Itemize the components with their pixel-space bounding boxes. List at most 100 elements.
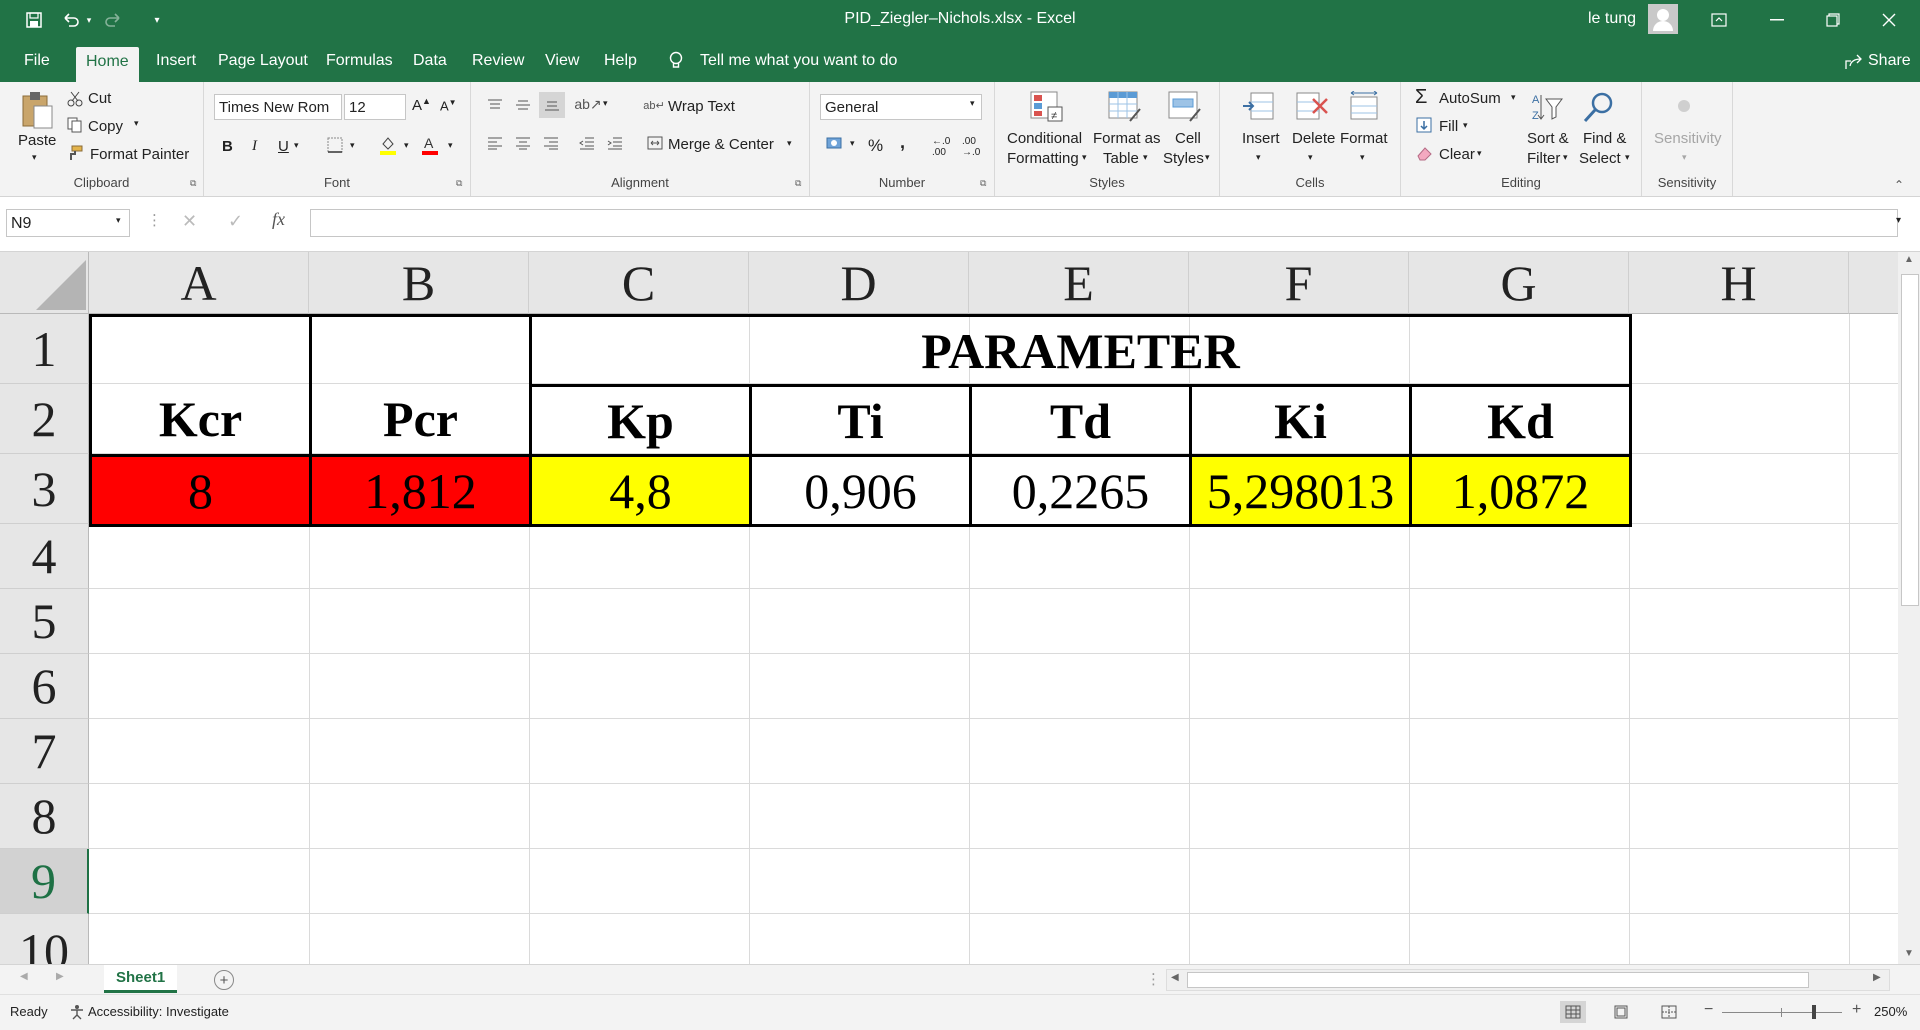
tab-home[interactable]: Home xyxy=(76,47,139,83)
scroll-tabs-right-icon[interactable]: ▶ xyxy=(56,971,64,982)
add-sheet-icon[interactable]: + xyxy=(214,970,234,990)
align-right-icon[interactable] xyxy=(541,134,561,152)
row-header-1[interactable]: 1 xyxy=(0,314,89,384)
row-header-4[interactable]: 4 xyxy=(0,524,89,589)
format-as-table-line2[interactable]: Table xyxy=(1103,150,1139,167)
autosum-button[interactable]: AutoSum xyxy=(1439,90,1501,107)
ribbon-display-options-icon[interactable] xyxy=(1708,10,1730,30)
row-header-7[interactable]: 7 xyxy=(0,719,89,784)
align-bottom-icon[interactable] xyxy=(539,92,565,118)
bold-button[interactable]: B xyxy=(222,138,233,155)
cell-a1-merged[interactable]: Kcr xyxy=(89,314,312,457)
orientation-icon[interactable]: ab↗ xyxy=(574,94,601,114)
page-break-view-icon[interactable] xyxy=(1656,1001,1682,1023)
align-top-icon[interactable] xyxy=(485,96,505,114)
tab-split-grip-icon[interactable]: ⋮ xyxy=(1146,970,1161,988)
alignment-launcher-icon[interactable]: ⧉ xyxy=(795,178,801,189)
zoom-slider[interactable] xyxy=(1722,1005,1842,1019)
font-color-icon[interactable]: A xyxy=(420,134,440,156)
cell-c1-merged[interactable]: PARAMETER xyxy=(529,314,1632,387)
copy-button[interactable]: Copy xyxy=(88,118,123,135)
autosum-dropdown-icon[interactable]: ▾ xyxy=(1511,92,1516,103)
sort-filter-line2[interactable]: Filter xyxy=(1527,150,1560,167)
conditional-formatting-line2[interactable]: Formatting xyxy=(1007,150,1079,167)
insert-function-button[interactable]: fx xyxy=(272,209,285,230)
tab-review[interactable]: Review xyxy=(472,52,524,70)
sort-filter-button[interactable]: Sort & xyxy=(1527,130,1569,147)
scroll-left-icon[interactable]: ◀ xyxy=(1171,972,1179,983)
zoom-slider-thumb[interactable] xyxy=(1812,1005,1816,1019)
borders-icon[interactable] xyxy=(326,136,344,154)
copy-dropdown-icon[interactable]: ▾ xyxy=(134,118,139,129)
format-painter-button[interactable]: Format Painter xyxy=(90,146,189,163)
cell-e3[interactable]: 0,2265 xyxy=(969,454,1192,527)
row-header-6[interactable]: 6 xyxy=(0,654,89,719)
format-cells-button[interactable]: Format xyxy=(1340,130,1388,147)
row-header-2[interactable]: 2 xyxy=(0,384,89,454)
tab-view[interactable]: View xyxy=(545,52,579,70)
cell-f2[interactable]: Ki xyxy=(1189,384,1412,457)
share-button[interactable]: Share xyxy=(1868,52,1911,70)
cell-d3[interactable]: 0,906 xyxy=(749,454,972,527)
conditional-formatting-dropdown-icon[interactable]: ▾ xyxy=(1082,152,1087,163)
column-header-d[interactable]: D xyxy=(749,252,969,314)
fill-color-icon[interactable] xyxy=(378,134,398,156)
normal-view-icon[interactable] xyxy=(1560,1001,1586,1023)
spreadsheet-grid[interactable]: A B C D E F G H 1 2 3 4 5 6 7 8 9 10 Kcr… xyxy=(0,252,1898,964)
fill-button[interactable]: Fill xyxy=(1439,118,1458,135)
fill-dropdown-icon[interactable]: ▾ xyxy=(1463,120,1468,131)
increase-indent-icon[interactable] xyxy=(605,134,625,152)
insert-dropdown-icon[interactable]: ▾ xyxy=(1256,152,1261,163)
cell-e2[interactable]: Td xyxy=(969,384,1192,457)
accessibility-status[interactable]: Accessibility: Investigate xyxy=(88,1004,229,1019)
user-name[interactable]: le tung xyxy=(1588,10,1636,28)
align-middle-icon[interactable] xyxy=(513,96,533,114)
tab-data[interactable]: Data xyxy=(413,52,447,70)
tab-file[interactable]: File xyxy=(24,52,50,70)
cell-c3[interactable]: 4,8 xyxy=(529,454,752,527)
select-all-corner[interactable] xyxy=(0,252,89,314)
cell-b1-merged[interactable]: Pcr xyxy=(309,314,532,457)
merge-dropdown-icon[interactable]: ▾ xyxy=(787,138,792,149)
find-select-dropdown-icon[interactable]: ▾ xyxy=(1625,152,1630,163)
column-header-b[interactable]: B xyxy=(309,252,529,314)
delete-cells-button[interactable]: Delete xyxy=(1292,130,1335,147)
increase-decimal-icon[interactable]: ←.0.00 xyxy=(932,136,950,158)
cell-styles-line2[interactable]: Styles xyxy=(1163,150,1204,167)
format-as-table-button[interactable]: Format as xyxy=(1093,130,1161,147)
underline-button[interactable]: U xyxy=(278,138,289,155)
sort-filter-dropdown-icon[interactable]: ▾ xyxy=(1563,152,1568,163)
formula-input[interactable] xyxy=(310,209,1898,237)
borders-dropdown-icon[interactable]: ▾ xyxy=(350,140,355,151)
vertical-scrollbar[interactable]: ▲ ▼ xyxy=(1898,252,1920,964)
number-format-dropdown[interactable]: General xyxy=(820,94,982,120)
percent-style-button[interactable]: % xyxy=(868,136,883,156)
tell-me-search[interactable]: Tell me what you want to do xyxy=(700,52,897,70)
sheet-tab-sheet1[interactable]: Sheet1 xyxy=(104,965,178,993)
cell-d2[interactable]: Ti xyxy=(749,384,972,457)
merge-center-button[interactable]: Merge & Center xyxy=(668,136,774,153)
cut-button[interactable]: Cut xyxy=(88,90,111,107)
format-dropdown-icon[interactable]: ▾ xyxy=(1360,152,1365,163)
row-header-9[interactable]: 9 xyxy=(0,849,89,914)
font-launcher-icon[interactable]: ⧉ xyxy=(456,178,462,189)
horizontal-scrollbar[interactable]: ◀ ▶ xyxy=(1166,969,1890,991)
decrease-font-size-icon[interactable]: A▼ xyxy=(440,98,457,113)
delete-dropdown-icon[interactable]: ▾ xyxy=(1308,152,1313,163)
page-layout-view-icon[interactable] xyxy=(1608,1001,1634,1023)
column-header-f[interactable]: F xyxy=(1189,252,1409,314)
cell-g3[interactable]: 1,0872 xyxy=(1409,454,1632,527)
clear-dropdown-icon[interactable]: ▾ xyxy=(1477,148,1482,159)
scroll-down-icon[interactable]: ▼ xyxy=(1904,948,1914,959)
column-header-a[interactable]: A xyxy=(89,252,309,314)
paste-icon[interactable] xyxy=(18,88,56,132)
font-size-dropdown[interactable]: 12 xyxy=(344,94,406,120)
column-header-e[interactable]: E xyxy=(969,252,1189,314)
cell-g2[interactable]: Kd xyxy=(1409,384,1632,457)
row-header-3[interactable]: 3 xyxy=(0,454,89,524)
paste-dropdown-icon[interactable]: ▾ xyxy=(32,152,37,163)
italic-button[interactable]: I xyxy=(252,138,257,155)
collapse-ribbon-icon[interactable]: ⌃ xyxy=(1894,178,1904,192)
expand-formula-bar-icon[interactable]: ▾ xyxy=(1896,215,1901,226)
fill-color-dropdown-icon[interactable]: ▾ xyxy=(404,140,409,151)
